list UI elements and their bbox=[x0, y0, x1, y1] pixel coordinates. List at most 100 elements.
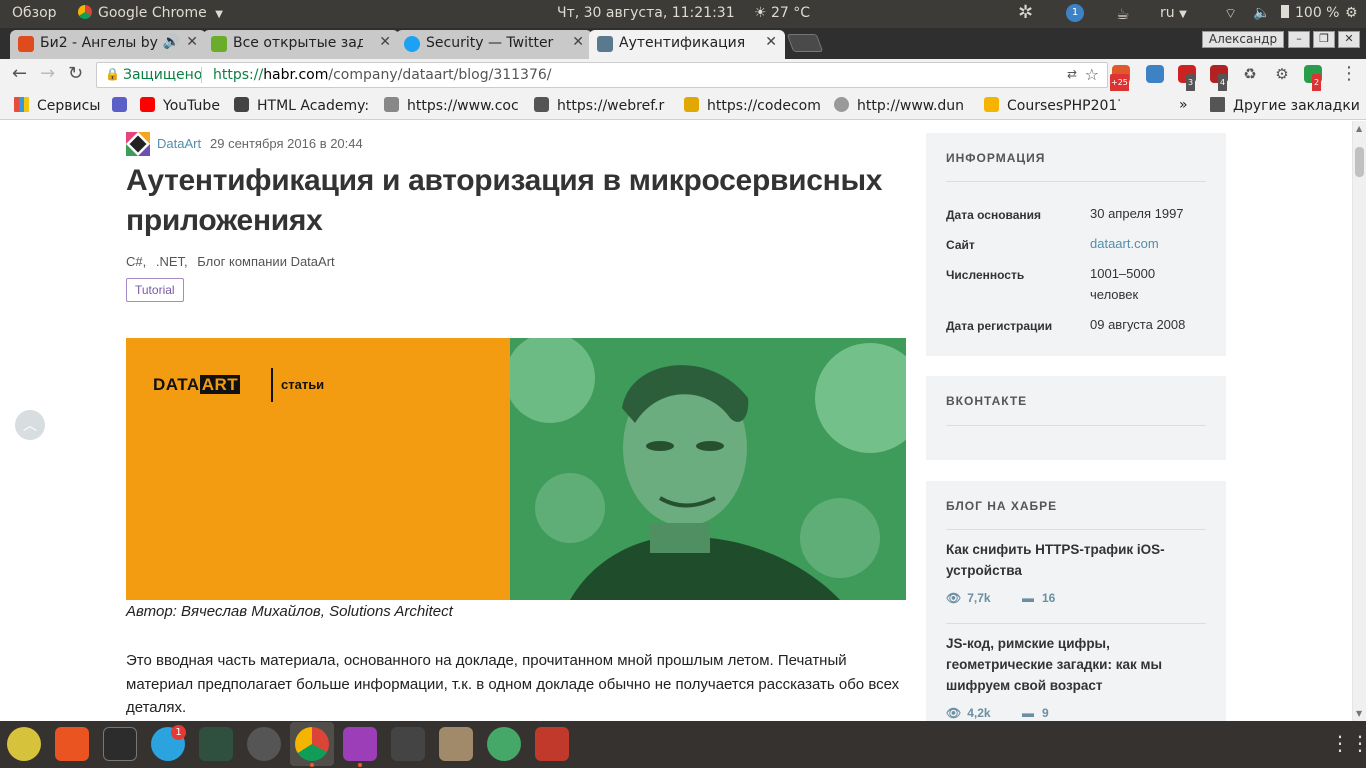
settings-app-icon[interactable] bbox=[7, 727, 41, 761]
tutorial-badge[interactable]: Tutorial bbox=[126, 278, 184, 302]
panel-title: БЛОГ НА ХАБРЕ bbox=[946, 499, 1058, 513]
tools-icon[interactable] bbox=[535, 727, 569, 761]
back-arrow-icon[interactable]: ← bbox=[12, 63, 27, 84]
close-window-button[interactable]: ✕ bbox=[1338, 31, 1360, 48]
activities-button[interactable]: Обзор bbox=[12, 5, 57, 21]
slack-icon bbox=[112, 97, 127, 112]
extension-icon[interactable]: +25 bbox=[1110, 65, 1130, 92]
scroll-up-button[interactable]: ︿ bbox=[15, 410, 45, 440]
software-store-icon[interactable] bbox=[55, 727, 89, 761]
scroll-up-arrow-icon[interactable]: ▲ bbox=[1356, 124, 1362, 133]
files-icon[interactable] bbox=[439, 727, 473, 761]
bookmark-link[interactable]: https://www.coc bbox=[384, 97, 524, 114]
company-link[interactable]: DataArt bbox=[157, 136, 201, 151]
comments-value: 9 bbox=[1042, 706, 1049, 720]
hub-link[interactable]: Блог компании DataArt bbox=[197, 254, 334, 269]
terminal-icon[interactable] bbox=[103, 727, 137, 761]
close-icon[interactable]: ✕ bbox=[186, 34, 198, 50]
chrome-app-menu[interactable]: Google Chrome ▼ bbox=[78, 5, 223, 21]
bookmark-link[interactable]: CoursesPHP2017 bbox=[984, 97, 1120, 114]
sublime-text-icon[interactable] bbox=[391, 727, 425, 761]
power-gear-icon[interactable]: ⚙ bbox=[1345, 5, 1358, 21]
blog-post-link[interactable]: JS-код, римские цифры, геометрические за… bbox=[946, 633, 1206, 696]
address-bar[interactable]: 🔒 Защищено https://habr.com/company/data… bbox=[96, 62, 1108, 88]
minimize-button[interactable]: – bbox=[1288, 31, 1310, 48]
battery-indicator[interactable]: 100 % bbox=[1281, 5, 1339, 21]
atom-icon[interactable] bbox=[487, 727, 521, 761]
bookmark-label: https://webref.r bbox=[557, 98, 665, 114]
views-count: 👁 4,2k bbox=[946, 706, 991, 720]
site-link[interactable]: dataart.com bbox=[1090, 233, 1210, 254]
company-logo[interactable] bbox=[126, 132, 150, 156]
close-icon[interactable]: ✕ bbox=[572, 34, 584, 50]
clock[interactable]: Чт, 30 августа, 11:21:31 bbox=[557, 5, 735, 21]
tab-music[interactable]: Би2 - Ангелы by А 🔊 ✕ bbox=[10, 30, 206, 59]
page-scrollbar[interactable]: ▲ ▼ bbox=[1352, 121, 1366, 721]
bookmark-link[interactable]: http://www.dun bbox=[834, 97, 970, 114]
translate-icon[interactable]: ⇄ bbox=[1067, 67, 1077, 81]
bookmark-label: Сервисы bbox=[37, 98, 101, 114]
system-monitor-icon[interactable] bbox=[199, 727, 233, 761]
comments-count[interactable]: ▬ 9 bbox=[1022, 706, 1049, 720]
coffee-icon[interactable]: ☕ bbox=[1116, 5, 1129, 23]
bookmark-htmlacademy[interactable]: HTML Academy: bbox=[234, 97, 369, 114]
bookmark-youtube[interactable]: YouTube bbox=[140, 97, 220, 114]
close-icon[interactable]: ✕ bbox=[765, 34, 777, 50]
phpstorm-icon[interactable] bbox=[343, 727, 377, 761]
secure-label: Защищено bbox=[123, 67, 203, 83]
profile-button[interactable]: Александр bbox=[1202, 31, 1284, 48]
lock-icon: 🔒 bbox=[105, 67, 120, 81]
bookmark-youtube[interactable] bbox=[112, 97, 135, 114]
company-info-panel: ИНФОРМАЦИЯ Дата основания 30 апреля 1997… bbox=[926, 133, 1226, 356]
post-date: 29 сентября 2016 в 20:44 bbox=[210, 136, 363, 151]
other-bookmarks[interactable]: Другие закладки bbox=[1210, 97, 1360, 114]
hub-link[interactable]: C#, bbox=[126, 254, 146, 269]
post-title: Аутентификация и авторизация в микросерв… bbox=[126, 164, 883, 237]
weather-indicator[interactable]: ☀ 27 °C bbox=[754, 5, 810, 21]
battery-label: 100 % bbox=[1295, 5, 1340, 21]
tab-tasks[interactable]: Все открытые зада ✕ bbox=[203, 30, 399, 59]
language-label: ru bbox=[1160, 5, 1175, 21]
url-text[interactable]: https://habr.com/company/dataart/blog/31… bbox=[213, 67, 552, 83]
maximize-button[interactable]: ❐ bbox=[1313, 31, 1335, 48]
language-indicator[interactable]: ru ▼ bbox=[1160, 5, 1187, 21]
menu-icon[interactable]: ⋮ bbox=[1340, 63, 1358, 84]
hub-link[interactable]: .NET, bbox=[156, 254, 188, 269]
reload-icon[interactable]: ↻ bbox=[68, 63, 83, 84]
scroll-down-arrow-icon[interactable]: ▼ bbox=[1356, 709, 1362, 718]
running-indicator bbox=[358, 763, 362, 767]
extension-icon[interactable]: 3 bbox=[1178, 65, 1196, 92]
settings-icon[interactable]: ⚙ bbox=[1273, 65, 1291, 83]
comment-icon: ▬ bbox=[1022, 591, 1034, 605]
comments-count[interactable]: ▬ 16 bbox=[1022, 591, 1055, 605]
bookmark-link[interactable]: https://codecom bbox=[684, 97, 820, 114]
new-tab-button[interactable] bbox=[786, 34, 824, 52]
panel-divider bbox=[946, 623, 1206, 624]
tool-indicator-icon[interactable]: ✲ bbox=[1018, 2, 1033, 23]
forward-arrow-icon[interactable]: → bbox=[40, 63, 55, 84]
speaker-icon[interactable]: 🔊 bbox=[163, 34, 180, 50]
software-updater-icon[interactable] bbox=[247, 727, 281, 761]
bookmark-link[interactable]: https://webref.r bbox=[534, 97, 670, 114]
bookmark-apps[interactable]: Сервисы bbox=[14, 97, 100, 114]
chrome-icon[interactable] bbox=[295, 727, 329, 761]
close-icon[interactable]: ✕ bbox=[379, 34, 391, 50]
info-label: Сайт bbox=[946, 238, 975, 252]
chrome-icon bbox=[78, 5, 92, 19]
star-icon[interactable]: ☆ bbox=[1085, 65, 1099, 84]
tab-habr[interactable]: Аутентификация и ✕ bbox=[589, 30, 785, 59]
notification-badge[interactable]: 1 bbox=[1066, 4, 1084, 22]
views-value: 7,7k bbox=[967, 591, 991, 605]
tab-twitter[interactable]: Security — Twitter t ✕ bbox=[396, 30, 592, 59]
volume-icon[interactable]: 🔈 bbox=[1253, 5, 1270, 21]
blog-post-link[interactable]: Как снифить HTTPS-трафик iOS-устройства bbox=[946, 539, 1206, 581]
scrollbar-thumb[interactable] bbox=[1355, 147, 1364, 177]
app-grid-icon[interactable]: ⋮⋮ bbox=[1330, 731, 1366, 755]
page-icon bbox=[534, 97, 549, 112]
extension-icon[interactable] bbox=[1146, 65, 1164, 83]
extension-icon[interactable]: 2 bbox=[1304, 65, 1322, 92]
extension-icon[interactable]: 4 bbox=[1210, 65, 1228, 92]
recycle-icon[interactable]: ♻ bbox=[1241, 65, 1259, 83]
wifi-icon[interactable]: ⌔ bbox=[1224, 5, 1237, 23]
bookmarks-overflow-button[interactable]: » bbox=[1179, 97, 1188, 113]
